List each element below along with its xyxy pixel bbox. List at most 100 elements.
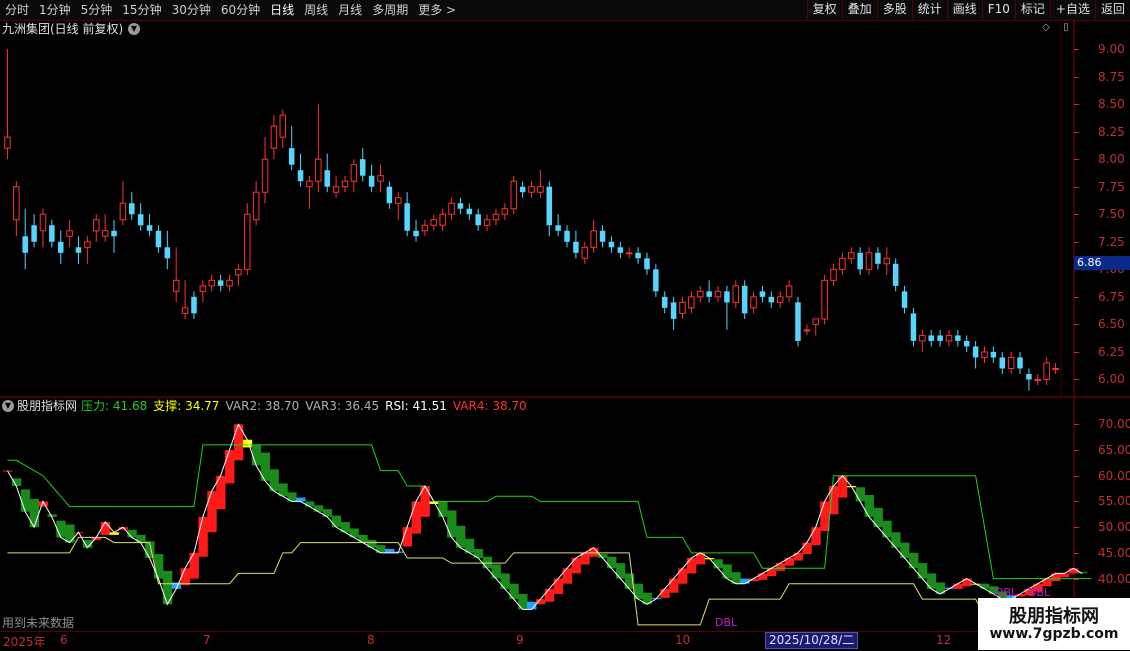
indicator-bar [882,520,892,538]
indicator-bar [207,491,217,533]
indicator-bar [855,487,866,502]
candle-body [217,280,224,286]
candle-body [315,158,322,182]
indicator-bar [660,588,670,598]
indicator-bar [864,495,874,517]
candle-body [741,285,748,314]
candle-body [191,296,197,314]
candle-body [928,335,934,341]
indicator-tick [1074,475,1079,477]
candle-body [155,230,162,248]
candle-body [199,285,207,292]
candle-body [1034,378,1042,381]
candle-body [226,279,233,287]
price-tick-label: 6.50 [1098,317,1125,332]
date-label: 10 [675,633,691,647]
indicator-tick [1074,552,1079,554]
indicator-bar [509,583,519,600]
indicator-bar [29,498,40,528]
indicator-bar [784,558,795,566]
candle-body [75,247,82,253]
indicator-bar [305,501,315,507]
price-tick [1074,186,1079,188]
indicator-bar [189,552,199,579]
candle-body [492,213,500,221]
indicator-bar [722,564,732,579]
indicator-bar [713,559,723,569]
indicator-bar [11,478,22,486]
indicator-bar [225,450,235,484]
date-label: 6 [60,633,68,647]
dbl-marker: DBL [715,616,738,629]
candle-body [555,225,561,231]
candle-body [404,203,410,231]
indicator-bar [198,516,208,557]
candle-body [129,203,135,215]
candle-body [324,170,330,187]
candle-body [137,214,144,226]
indicator-bar [953,583,963,589]
candle-body [644,258,650,270]
indicator-bar [376,545,386,553]
candle-body [653,269,659,292]
candle-body [519,186,526,193]
date-label: 8 [367,633,375,647]
chevron-down-icon[interactable]: ▼ [2,400,14,412]
indicator-bar [180,568,191,585]
indicator-bar [296,497,306,502]
price-tick-label: 8.25 [1098,124,1125,139]
candle-body [235,268,242,276]
candle-body [785,285,793,298]
candle-body [679,301,686,314]
candle-body [164,247,171,259]
price-tick [1074,159,1079,161]
candle-body [421,224,429,232]
candle-body [279,114,287,138]
candle-body [288,148,295,165]
candle-body [590,230,597,248]
indicator-tick-label: 65.00 [1098,443,1130,457]
price-tick [1074,49,1079,50]
candle-body [49,225,55,242]
candle-body [252,191,260,221]
candle-body [430,219,438,226]
indicator-bar [1060,573,1070,578]
price-tick-label: 8.75 [1098,69,1125,84]
chart-canvas[interactable] [0,0,1130,650]
indicator-bar [367,540,377,548]
price-tick-label: 6.00 [1098,372,1125,387]
candle-body [146,225,153,231]
price-tick [1074,296,1079,298]
indicator-bar [917,563,928,579]
candle-body [625,252,633,255]
candle-body [546,186,553,226]
candle-body [483,219,491,226]
candle-body [981,351,988,358]
indicator-bar [802,542,812,555]
candle-body [1043,362,1050,380]
indicator-name: 股朋指标网 [17,399,78,413]
candle-body [724,291,730,303]
candle-body [573,241,579,253]
candle-body [945,334,953,342]
indicator-tick-label: 45.00 [1098,545,1130,560]
price-tick [1074,351,1079,353]
indicator-tick-label: 60.00 [1098,468,1130,483]
indicator-bar [553,578,564,594]
indicator-bar [669,578,679,593]
candle-body [776,296,784,303]
indicator-tick-label: 70.00 [1098,417,1130,432]
indicator-tick-label: 40.00 [1098,571,1130,586]
candle-body [857,252,863,270]
indicator-bar [678,568,688,584]
indicator-bar [56,520,66,538]
indicator-bar [544,588,555,602]
indicator-bar [322,509,333,517]
price-tick [1074,214,1079,216]
indicator-value: VAR3: 36.45 [305,399,380,413]
price-tick-label: 8.50 [1098,97,1125,112]
candle-body [812,318,819,325]
candle-body [439,213,446,226]
indicator-bar [500,573,510,589]
candle-body [714,290,722,298]
